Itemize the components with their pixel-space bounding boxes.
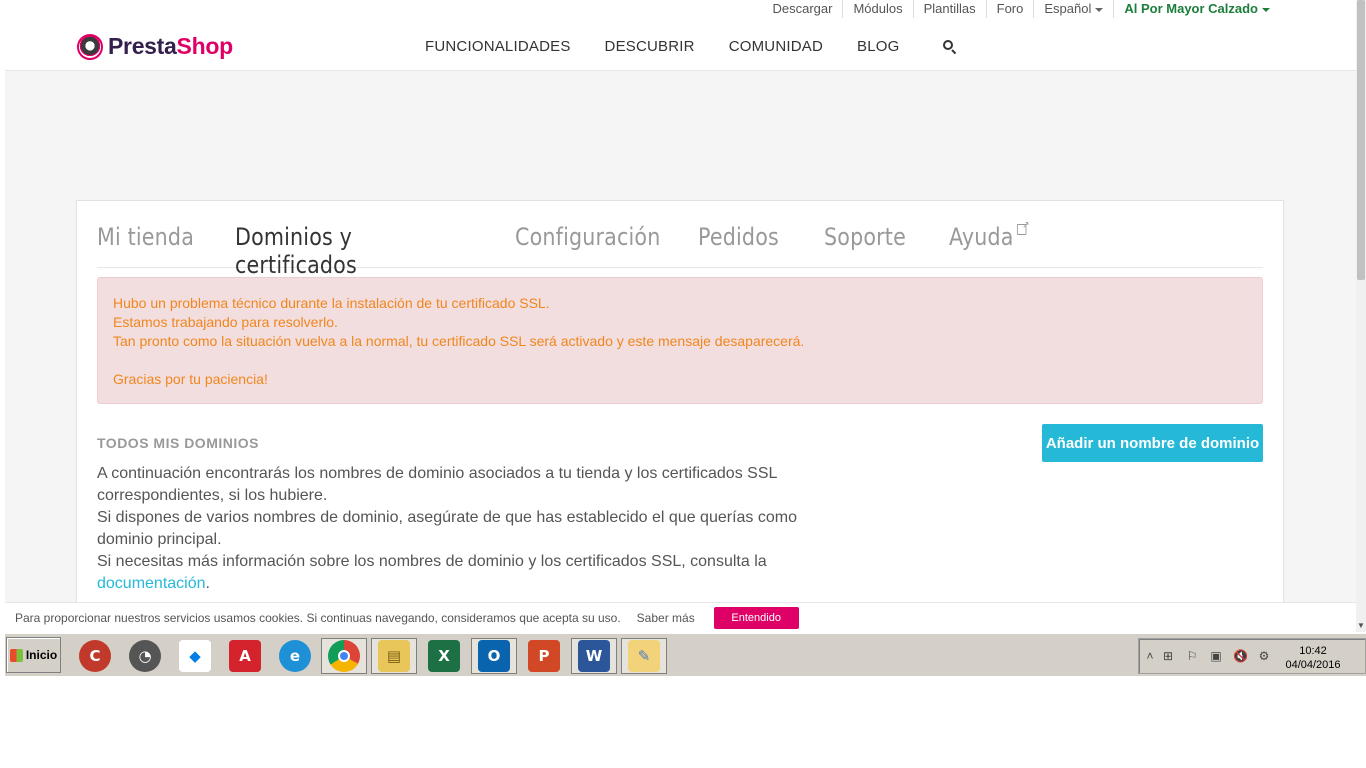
system-tray: ˄ ⊞ ⚐ ▣ 🔇 ⚙ 10:42 04/04/2016	[1138, 638, 1366, 674]
add-domain-button[interactable]: Añadir un nombre de dominio	[1042, 424, 1263, 462]
puffin-logo-icon	[77, 33, 103, 60]
powerpoint-icon[interactable]: P	[521, 638, 567, 674]
store-label: Al Por Mayor Calzado	[1124, 1, 1258, 16]
logo-text-presta: Presta	[108, 33, 177, 59]
cookie-banner: Para proporcionar nuestros servicios usa…	[5, 602, 1356, 632]
account-card: Mi tienda Dominios y certificados Config…	[76, 200, 1284, 632]
link-plantillas[interactable]: Plantillas	[912, 0, 986, 18]
scroll-down-icon[interactable]: ▼	[1357, 621, 1365, 630]
scrollbar-thumb[interactable]	[1357, 0, 1365, 280]
top-links-bar: Descargar Módulos Plantillas Foro Españo…	[763, 0, 1281, 18]
search-icon[interactable]	[943, 39, 957, 54]
paint-icon[interactable]: ✎	[621, 638, 667, 674]
tab-pedidos[interactable]: Pedidos	[698, 223, 801, 267]
tab-ayuda-label: Ayuda	[949, 223, 1014, 251]
volume-muted-icon[interactable]: 🔇	[1233, 649, 1248, 663]
tab-soporte[interactable]: Soporte	[824, 223, 926, 267]
alert-line-1: Hubo un problema técnico durante la inst…	[113, 295, 550, 311]
nav-comunidad[interactable]: COMUNIDAD	[729, 38, 823, 55]
flag-icon[interactable]: ⚐	[1185, 649, 1199, 663]
acrobat-icon[interactable]: A	[222, 638, 268, 674]
link-modulos[interactable]: Módulos	[842, 0, 912, 18]
windows-logo-icon	[9, 648, 23, 662]
show-hidden-icons-icon[interactable]: ˄	[1143, 649, 1157, 663]
language-label: Español	[1044, 1, 1092, 16]
network-icon[interactable]: ▣	[1209, 649, 1223, 663]
desc-paragraph-3: Si necesitas más información sobre los n…	[97, 551, 857, 595]
cookie-more-link[interactable]: Saber más	[637, 611, 695, 625]
account-tabs: Mi tienda Dominios y certificados Config…	[97, 221, 1263, 279]
site-header: Descargar Módulos Plantillas Foro Españo…	[5, 0, 1356, 71]
windows-icon[interactable]: ⊞	[1161, 649, 1175, 663]
outlook-icon[interactable]: O	[471, 638, 517, 674]
nav-funcionalidades[interactable]: FUNCIONALIDADES	[425, 38, 571, 55]
link-foro[interactable]: Foro	[985, 0, 1034, 18]
alert-line-2: Estamos trabajando para resolverlo.	[113, 314, 338, 330]
ssl-error-alert: Hubo un problema técnico durante la inst…	[97, 277, 1263, 404]
main-nav: FUNCIONALIDADES DESCUBRIR COMUNIDAD BLOG	[425, 38, 957, 55]
cookie-text: Para proporcionar nuestros servicios usa…	[15, 610, 621, 625]
system-clock[interactable]: 10:42 04/04/2016	[1281, 644, 1345, 672]
file-explorer-icon[interactable]: ▤	[371, 638, 417, 674]
chrome-icon[interactable]	[321, 638, 367, 674]
clock-date: 04/04/2016	[1285, 659, 1341, 671]
tab-dominios[interactable]: Dominios y certificados	[235, 223, 471, 279]
internet-explorer-icon[interactable]: e	[272, 638, 318, 674]
logo-text: PrestaShop	[108, 33, 233, 60]
start-label: Inicio	[25, 648, 58, 662]
logo-text-shop: Shop	[176, 33, 234, 59]
ccleaner-icon[interactable]: C	[72, 638, 118, 674]
windows-taskbar: Inicio C ◔ ◆ A e ▤ X O P W ✎ ˄ ⊞ ⚐ ▣ 🔇 ⚙…	[5, 633, 1366, 676]
dropbox-icon[interactable]: ◆	[172, 638, 218, 674]
tab-ayuda[interactable]: Ayuda ↗	[949, 221, 1044, 267]
alert-line-3: Tan pronto como la situación vuelva a la…	[113, 333, 805, 349]
nav-blog[interactable]: BLOG	[857, 38, 899, 55]
link-descargar[interactable]: Descargar	[763, 0, 843, 18]
tab-mi-tienda[interactable]: Mi tienda	[97, 223, 211, 267]
page-scrollbar[interactable]: ▼	[1356, 0, 1366, 632]
external-link-icon: ↗	[1017, 221, 1029, 235]
prestashop-logo[interactable]: PrestaShop	[77, 33, 233, 60]
word-icon[interactable]: W	[571, 638, 617, 674]
settings-gear-icon[interactable]: ⚙	[1257, 649, 1271, 663]
domains-description: A continuación encontrarás los nombres d…	[97, 463, 857, 595]
desc-paragraph-1: A continuación encontrarás los nombres d…	[97, 465, 777, 504]
tab-configuracion[interactable]: Configuración	[515, 223, 667, 267]
desc-paragraph-2: Si dispones de varios nombres de dominio…	[97, 509, 797, 548]
app-icon[interactable]: ◔	[122, 638, 168, 674]
clock-time: 10:42	[1299, 645, 1327, 657]
cookie-accept-button[interactable]: Entendido	[713, 606, 799, 629]
chevron-down-icon	[1095, 7, 1104, 12]
desc-period: .	[205, 575, 210, 592]
documentation-link[interactable]: documentación	[97, 575, 206, 592]
store-dropdown[interactable]: Al Por Mayor Calzado	[1113, 0, 1280, 18]
chevron-down-icon	[1262, 7, 1270, 12]
excel-icon[interactable]: X	[421, 638, 467, 674]
start-button[interactable]: Inicio	[6, 637, 61, 673]
alert-line-4: Gracias por tu paciencia!	[113, 371, 268, 387]
language-dropdown[interactable]: Español	[1033, 0, 1113, 18]
desc-paragraph-3-text: Si necesitas más información sobre los n…	[97, 553, 767, 570]
section-title: TODOS MIS DOMINIOS	[97, 435, 259, 451]
browser-viewport: Descargar Módulos Plantillas Foro Españo…	[5, 0, 1356, 632]
nav-descubrir[interactable]: DESCUBRIR	[605, 38, 695, 55]
